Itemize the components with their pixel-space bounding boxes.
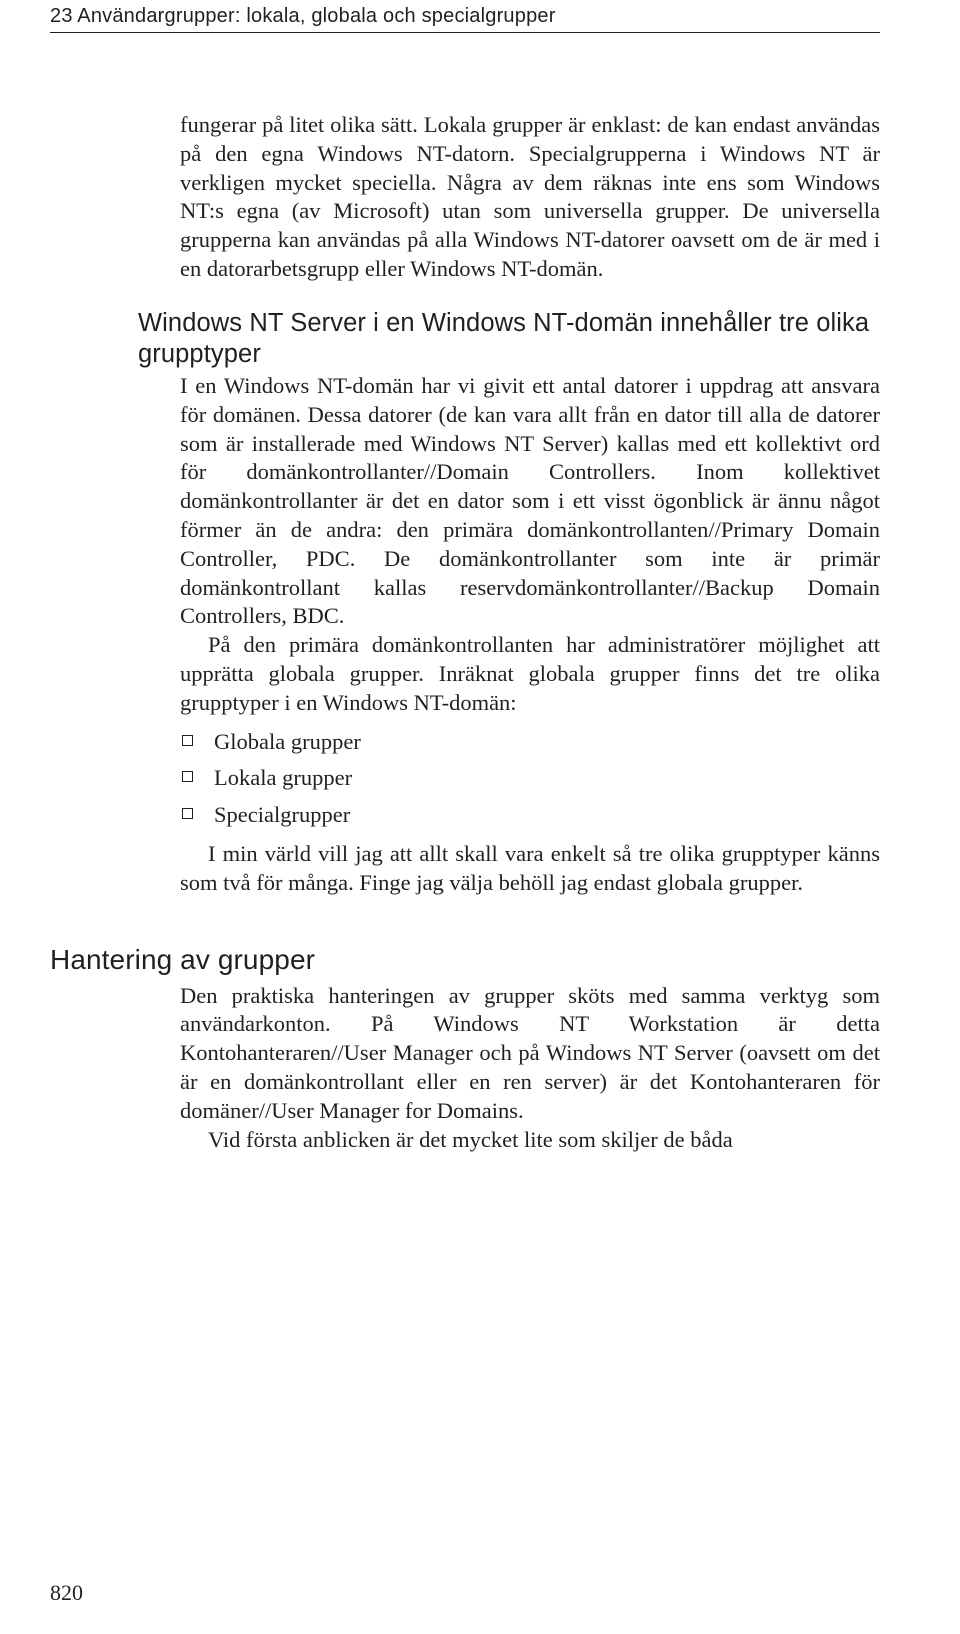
section1-para1: I en Windows NT-domän har vi givit ett a… [180,372,880,631]
intro-paragraph: fungerar på litet olika sätt. Lokala gru… [180,111,880,284]
section2-para1: Den praktiska hanteringen av grupper skö… [180,982,880,1126]
page: 23 Användargrupper: lokala, globala och … [0,0,960,1634]
intro-block: fungerar på litet olika sätt. Lokala gru… [180,111,880,898]
section2-title: Hantering av grupper [50,944,880,976]
checkbox-empty-icon [182,808,193,819]
bullet-label: Lokala grupper [214,765,352,790]
section1-title: Windows NT Server i en Windows NT-domän … [138,308,880,370]
bullet-list: Globala grupper Lokala grupper Specialgr… [180,728,880,830]
checkbox-empty-icon [182,735,193,746]
section2-block: Den praktiska hanteringen av grupper skö… [180,982,880,1155]
page-number: 820 [50,1580,83,1606]
list-item: Globala grupper [180,728,880,757]
list-item: Specialgrupper [180,801,880,830]
list-item: Lokala grupper [180,764,880,793]
section1-para2: På den primära domänkontrollanten har ad… [180,631,880,717]
bullet-label: Globala grupper [214,729,361,754]
running-head: 23 Användargrupper: lokala, globala och … [50,0,880,33]
checkbox-empty-icon [182,771,193,782]
bullet-label: Specialgrupper [214,802,350,827]
section1-para3: I min värld vill jag att allt skall vara… [180,840,880,898]
section2-para2: Vid första anblicken är det mycket lite … [180,1126,880,1155]
